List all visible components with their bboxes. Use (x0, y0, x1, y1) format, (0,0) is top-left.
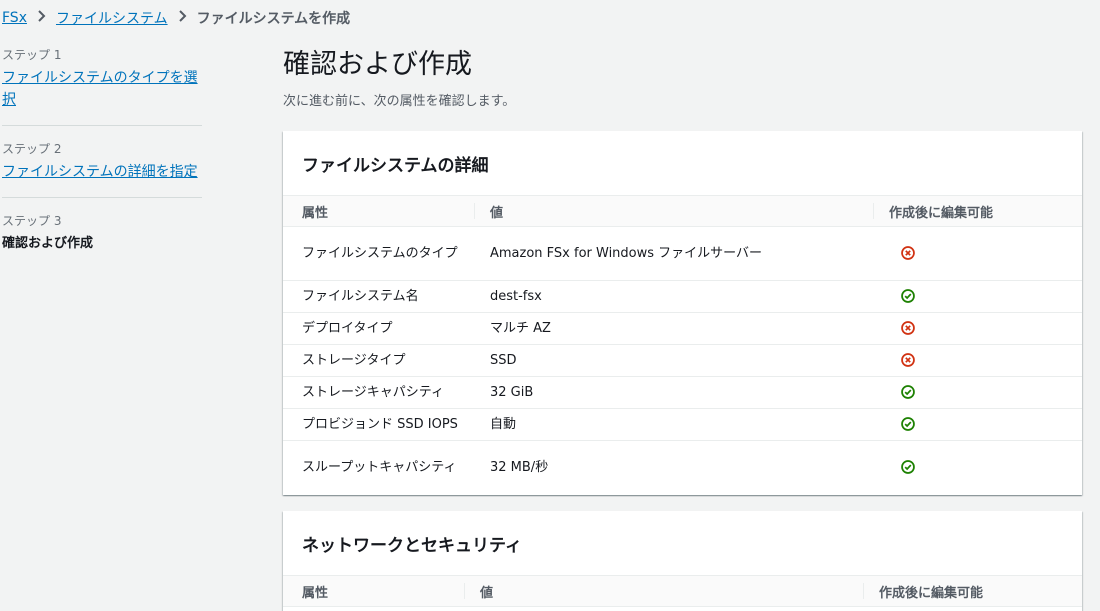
table-row: ファイルシステム名 dest-fsx (283, 280, 1082, 313)
network-security-panel: ネットワークとセキュリティ 属性 値 作成後に編集可能 (283, 511, 1082, 611)
attribute-cell: ストレージキャパシティ (283, 376, 474, 409)
editable-cell (873, 376, 1082, 409)
x-circle-icon (901, 353, 915, 367)
breadcrumb-current: ファイルシステムを作成 (196, 11, 351, 27)
editable-cell (873, 344, 1082, 377)
check-circle-icon (901, 385, 915, 399)
editable-cell (873, 226, 1082, 281)
filesystem-details-panel: ファイルシステムの詳細 属性 値 作成後に編集可能 ファイルシステムのタイプ Am… (283, 131, 1082, 495)
value-cell: 自動 (474, 408, 873, 441)
step-1-link[interactable]: ファイルシステムのタイプを選択 (2, 70, 198, 108)
column-header-value: 値 (464, 576, 863, 607)
wizard-step-3: ステップ 3 確認および作成 (2, 212, 202, 269)
editable-cell (873, 312, 1082, 345)
editable-cell (873, 441, 1082, 495)
check-circle-icon (901, 417, 915, 431)
value-cell: SSD (474, 344, 873, 377)
column-header-editable: 作成後に編集可能 (873, 196, 1082, 227)
x-circle-icon (901, 246, 915, 260)
attributes-table: 属性 値 作成後に編集可能 (283, 576, 1082, 607)
table-row: デプロイタイプ マルチ AZ (283, 312, 1082, 345)
table-row: ストレージキャパシティ 32 GiB (283, 376, 1082, 409)
attribute-cell: ストレージタイプ (283, 344, 474, 377)
table-row: プロビジョンド SSD IOPS 自動 (283, 408, 1082, 441)
page-title: 確認および作成 (283, 49, 472, 80)
table-row: ストレージタイプ SSD (283, 344, 1082, 377)
panel-title: ファイルシステムの詳細 (302, 155, 489, 176)
column-header-attribute: 属性 (283, 196, 474, 227)
editable-cell (873, 408, 1082, 441)
breadcrumb: FSx ファイルシステム ファイルシステムを作成 (2, 8, 350, 28)
column-header-editable: 作成後に編集可能 (863, 576, 1082, 607)
wizard-steps: ステップ 1 ファイルシステムのタイプを選択 ステップ 2 ファイルシステムの詳… (2, 46, 202, 283)
check-circle-icon (901, 460, 915, 475)
chevron-right-icon (178, 10, 187, 26)
main-content: 確認および作成 次に進む前に、次の属性を確認します。 (283, 46, 1083, 109)
step-number: ステップ 2 (2, 142, 62, 156)
value-cell: Amazon FSx for Windows ファイルサーバー (474, 226, 873, 281)
value-cell: dest-fsx (474, 280, 873, 313)
column-header-attribute: 属性 (283, 576, 464, 607)
step-3-current-label: 確認および作成 (2, 236, 94, 251)
breadcrumb-filesystems-link[interactable]: ファイルシステム (56, 8, 168, 28)
attributes-table: 属性 値 作成後に編集可能 ファイルシステムのタイプ Amazon FSx for… (283, 196, 1082, 495)
step-number: ステップ 1 (2, 48, 62, 62)
attribute-cell: デプロイタイプ (283, 312, 474, 345)
attribute-cell: プロビジョンド SSD IOPS (283, 408, 474, 441)
step-number: ステップ 3 (2, 214, 62, 228)
attribute-cell: ファイルシステム名 (283, 280, 474, 313)
wizard-step-2: ステップ 2 ファイルシステムの詳細を指定 (2, 140, 202, 198)
table-row: スループットキャパシティ 32 MB/秒 (283, 441, 1082, 495)
attribute-cell: スループットキャパシティ (302, 459, 457, 475)
panel-title: ネットワークとセキュリティ (302, 535, 522, 556)
wizard-step-1: ステップ 1 ファイルシステムのタイプを選択 (2, 46, 202, 126)
panel-header: ファイルシステムの詳細 (283, 131, 1082, 196)
breadcrumb-fsx-link[interactable]: FSx (2, 10, 27, 26)
page-subtitle: 次に進む前に、次の属性を確認します。 (283, 94, 516, 109)
x-circle-icon (901, 321, 915, 335)
chevron-right-icon (37, 10, 46, 26)
value-cell: 32 GiB (474, 376, 873, 409)
attribute-cell: ファイルシステムのタイプ (283, 226, 474, 281)
value-cell: 32 MB/秒 (490, 459, 549, 475)
panel-header: ネットワークとセキュリティ (283, 511, 1082, 576)
column-header-value: 値 (474, 196, 873, 227)
table-row: ファイルシステムのタイプ Amazon FSx for Windows ファイルサ… (283, 226, 1082, 281)
step-2-link[interactable]: ファイルシステムの詳細を指定 (2, 164, 198, 180)
check-circle-icon (901, 289, 915, 303)
value-cell: マルチ AZ (474, 312, 873, 345)
editable-cell (873, 280, 1082, 313)
